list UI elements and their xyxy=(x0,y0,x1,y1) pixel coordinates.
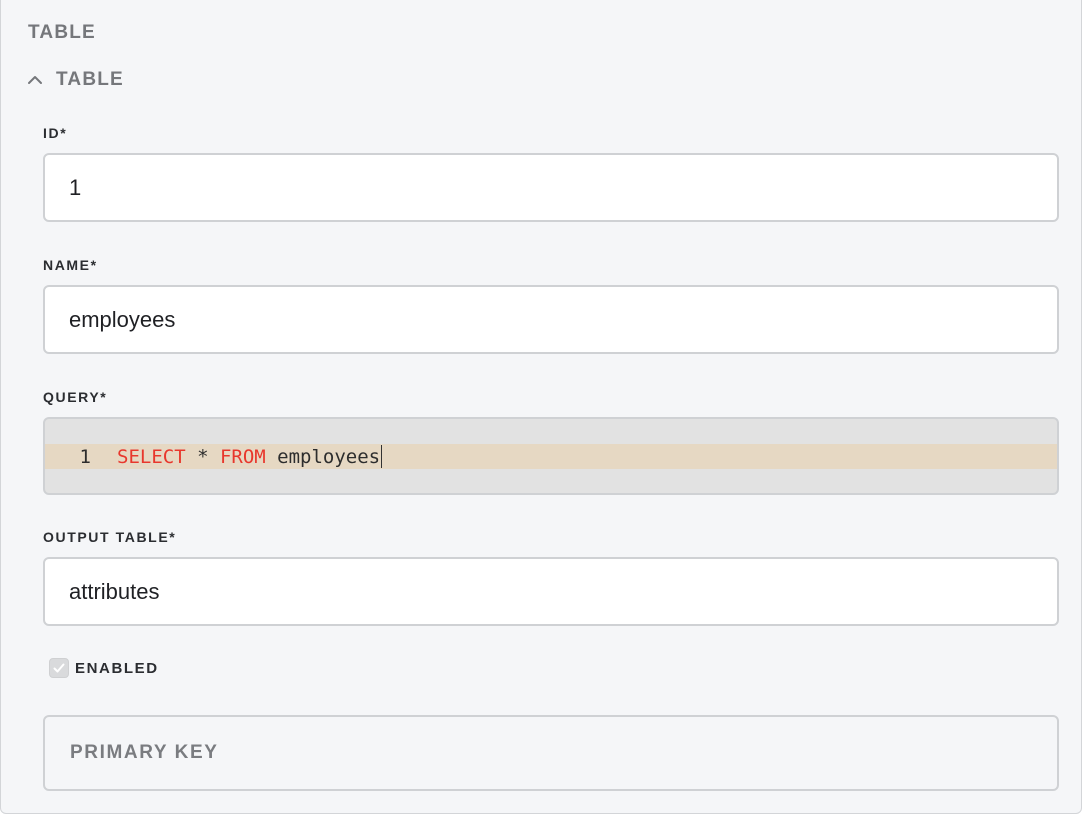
checkmark-icon xyxy=(53,663,65,673)
enabled-checkbox[interactable] xyxy=(49,658,69,678)
name-label: NAME* xyxy=(43,257,98,273)
name-field[interactable] xyxy=(43,285,1059,354)
id-label: ID* xyxy=(43,125,68,141)
query-editor[interactable]: 1 SELECT * FROM employees xyxy=(43,417,1059,495)
id-field[interactable] xyxy=(43,153,1059,222)
table-config-panel: TABLE TABLE ID* NAME* QUERY* 1 SELECT * … xyxy=(0,0,1082,814)
output-table-field[interactable] xyxy=(43,557,1059,626)
enabled-checkbox-row: ENABLED xyxy=(49,657,159,679)
code-line-active: 1 SELECT * FROM employees xyxy=(45,444,1057,469)
query-label: QUERY* xyxy=(43,389,108,405)
sql-star: * xyxy=(185,445,220,468)
table-collapse-toggle[interactable]: TABLE xyxy=(26,67,124,93)
enabled-label: ENABLED xyxy=(75,659,159,677)
primary-key-section[interactable]: PRIMARY KEY xyxy=(43,715,1059,791)
sql-table-name: employees xyxy=(265,445,381,468)
output-table-label: OUTPUT TABLE* xyxy=(43,529,177,545)
section-title: TABLE xyxy=(28,22,96,43)
line-number: 1 xyxy=(79,445,91,468)
primary-key-label: PRIMARY KEY xyxy=(70,742,219,763)
collapse-label: TABLE xyxy=(56,69,124,90)
sql-keyword-from: FROM xyxy=(219,445,266,468)
sql-keyword-select: SELECT xyxy=(117,445,186,468)
chevron-up-icon xyxy=(28,76,42,84)
text-caret xyxy=(381,445,383,468)
